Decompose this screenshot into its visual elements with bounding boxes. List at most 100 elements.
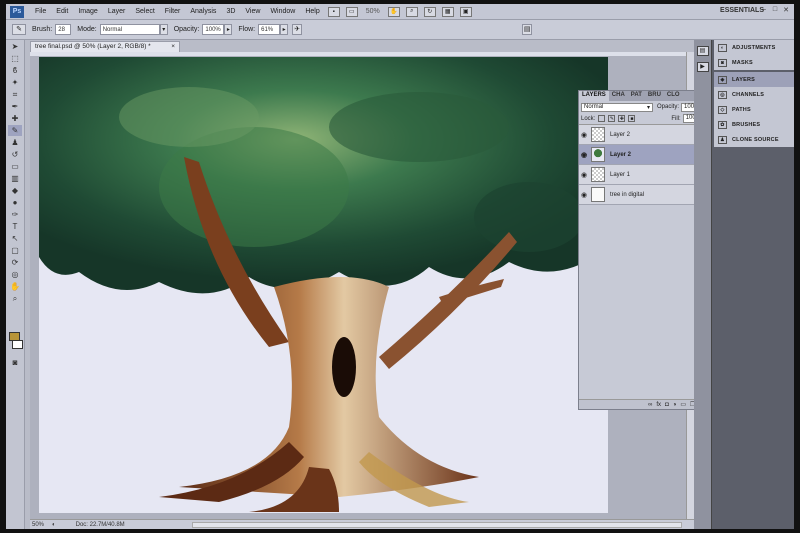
3d-rotate-tool-icon[interactable]: ⟳ xyxy=(8,257,22,268)
shape-tool-icon[interactable]: ▢ xyxy=(8,245,22,256)
dock-item-adjustments[interactable]: ◐ ADJUSTMENTS xyxy=(714,40,794,55)
crop-tool-icon[interactable]: ⌗ xyxy=(8,89,22,100)
lock-pixels-icon[interactable]: ✎ xyxy=(608,115,616,122)
quick-mask-icon[interactable]: ◙ xyxy=(8,357,22,368)
menu-file[interactable]: File xyxy=(30,8,51,15)
lock-position-icon[interactable]: ✚ xyxy=(618,115,626,122)
mode-select[interactable]: Normal xyxy=(99,24,160,35)
menu-select[interactable]: Select xyxy=(130,8,159,15)
tool-preset-icon[interactable]: ✎ xyxy=(12,24,26,35)
brush-tool-icon[interactable]: ✎ xyxy=(8,125,22,136)
menu-edit[interactable]: Edit xyxy=(51,8,73,15)
layer-row[interactable]: ◉ Layer 1 xyxy=(579,165,711,185)
blend-mode-value: Normal xyxy=(584,103,604,110)
blur-tool-icon[interactable]: ◆ xyxy=(8,185,22,196)
history-brush-tool-icon[interactable]: ↺ xyxy=(8,149,22,160)
link-icon[interactable]: ∞ xyxy=(648,402,652,408)
bridge-icon[interactable]: ▪ xyxy=(327,6,340,17)
dock-item-brushes[interactable]: ✿ BRUSHES xyxy=(714,117,794,132)
healing-tool-icon[interactable]: ✚ xyxy=(8,113,22,124)
gradient-tool-icon[interactable]: ▥ xyxy=(8,173,22,184)
layer-thumbnail xyxy=(591,167,605,182)
screen-mode-icon[interactable]: ▭ xyxy=(345,6,358,17)
arrange-documents-icon[interactable]: ▦ xyxy=(441,6,454,17)
rotate-view-icon[interactable]: ↻ xyxy=(423,6,436,17)
opacity-slider-icon[interactable]: ▸ xyxy=(224,24,233,35)
brush-size-picker[interactable]: 28 xyxy=(55,24,72,35)
maximize-icon[interactable]: □ xyxy=(771,6,779,16)
pen-tool-icon[interactable]: ✑ xyxy=(8,209,22,220)
dock-item-paths[interactable]: ◇ PATHS xyxy=(714,102,794,117)
menu-window[interactable]: Window xyxy=(265,8,300,15)
layer-row-selected[interactable]: ◉ Layer 2 xyxy=(579,145,711,165)
history-icon[interactable]: ▤ xyxy=(696,46,709,56)
screen-mode-toggle-icon[interactable]: ▣ xyxy=(459,6,472,17)
actions-icon[interactable]: ▶ xyxy=(696,62,709,72)
background-color-swatch[interactable] xyxy=(12,340,23,349)
menu-3d[interactable]: 3D xyxy=(221,8,240,15)
fx-icon[interactable]: fx xyxy=(656,402,661,408)
zoom-tool-sidebar-icon[interactable]: ⌕ xyxy=(8,293,22,304)
visibility-eye-icon[interactable]: ◉ xyxy=(579,191,589,199)
close-icon[interactable]: ✕ xyxy=(782,6,790,16)
zoom-level[interactable]: 50% xyxy=(366,8,380,15)
menu-filter[interactable]: Filter xyxy=(160,8,186,15)
status-info-icon[interactable]: ◐ xyxy=(52,522,56,528)
menu-help[interactable]: Help xyxy=(300,8,324,15)
eyedropper-tool-icon[interactable]: ✒ xyxy=(8,101,22,112)
3d-orbit-tool-icon[interactable]: ◎ xyxy=(8,269,22,280)
zoom-tool-icon[interactable]: ⌕ xyxy=(405,6,418,17)
menu-image[interactable]: Image xyxy=(73,8,102,15)
path-select-tool-icon[interactable]: ↖ xyxy=(8,233,22,244)
layer-row[interactable]: ◉ tree in digital xyxy=(579,185,711,205)
mode-dropdown-icon[interactable]: ▾ xyxy=(159,24,168,35)
clone-stamp-tool-icon[interactable]: ♟ xyxy=(8,137,22,148)
window-controls: – □ ✕ xyxy=(760,6,790,16)
move-tool-icon[interactable]: ➤ xyxy=(8,41,22,52)
tab-channels[interactable]: CHA xyxy=(609,91,628,101)
dock-item-layers[interactable]: ◈ LAYERS xyxy=(714,72,794,87)
clone-source-icon: ♟ xyxy=(718,135,727,144)
minimize-icon[interactable]: – xyxy=(760,6,768,16)
status-zoom[interactable]: 50% xyxy=(30,522,52,528)
workspace-switcher[interactable]: ESSENTIALS xyxy=(720,7,764,14)
visibility-eye-icon[interactable]: ◉ xyxy=(579,171,589,179)
opacity-field[interactable]: 100% xyxy=(202,24,225,35)
flow-slider-icon[interactable]: ▸ xyxy=(280,24,289,35)
tab-brushes[interactable]: BRU xyxy=(645,91,664,101)
hand-tool-sidebar-icon[interactable]: ✋ xyxy=(8,281,22,292)
lock-transparency-icon[interactable] xyxy=(598,115,606,122)
lock-all-icon[interactable]: ■ xyxy=(628,115,636,122)
dock-item-channels[interactable]: ◎ CHANNELS xyxy=(714,87,794,102)
paths-icon: ◇ xyxy=(718,105,727,114)
blend-mode-select[interactable]: Normal ▾ xyxy=(581,102,653,112)
brush-panel-icon[interactable]: ▤ xyxy=(522,24,533,35)
lasso-tool-icon[interactable]: ϐ xyxy=(8,65,22,76)
adjustment-icon[interactable]: ◑ xyxy=(673,402,677,408)
document-tab[interactable]: tree final.psd @ 50% (Layer 2, RGB/8) * … xyxy=(30,41,180,52)
menu-view[interactable]: View xyxy=(240,8,265,15)
tab-paths[interactable]: PAT xyxy=(628,91,645,101)
layer-row[interactable]: ◉ Layer 2 xyxy=(579,125,711,145)
menu-analysis[interactable]: Analysis xyxy=(185,8,221,15)
flow-field[interactable]: 61% xyxy=(258,24,281,35)
close-document-icon[interactable]: × xyxy=(171,43,175,51)
canvas[interactable] xyxy=(39,57,608,513)
folder-icon[interactable]: ▭ xyxy=(680,401,686,408)
hand-tool-icon[interactable]: ✋ xyxy=(387,6,400,17)
dock-item-clone-source[interactable]: ♟ CLONE SOURCE xyxy=(714,132,794,147)
horizontal-scrollbar[interactable] xyxy=(191,521,682,528)
marquee-tool-icon[interactable]: ⬚ xyxy=(8,53,22,64)
menu-layer[interactable]: Layer xyxy=(103,8,131,15)
quick-select-tool-icon[interactable]: ✦ xyxy=(8,77,22,88)
type-tool-icon[interactable]: T xyxy=(8,221,22,232)
tab-clone-source[interactable]: CLO xyxy=(664,91,683,101)
visibility-eye-icon[interactable]: ◉ xyxy=(579,131,589,139)
tab-layers[interactable]: LAYERS xyxy=(579,91,609,101)
dock-item-masks[interactable]: ◙ MASKS xyxy=(714,55,794,70)
mask-icon[interactable]: ◘ xyxy=(665,402,669,408)
airbrush-icon[interactable]: ✈ xyxy=(292,24,303,35)
visibility-eye-icon[interactable]: ◉ xyxy=(579,151,589,159)
dodge-tool-icon[interactable]: ● xyxy=(8,197,22,208)
eraser-tool-icon[interactable]: ▭ xyxy=(8,161,22,172)
